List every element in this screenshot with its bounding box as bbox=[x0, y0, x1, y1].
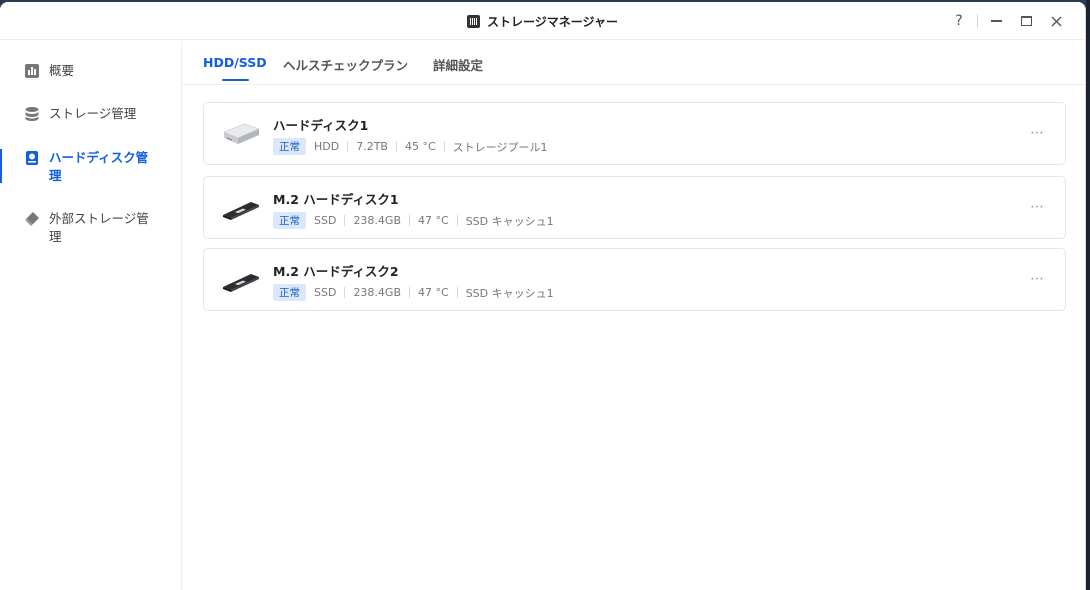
disk-name: ハードディスク1 bbox=[273, 118, 369, 133]
disk-name: M.2 ハードディスク2 bbox=[273, 264, 399, 279]
sidebar-item-disk-management[interactable]: ハードディスク管理 bbox=[0, 149, 182, 185]
storage-manager-window: ストレージマネージャー ? 概要 ストレージ管理 ハードディスク管理 外部ストレ… bbox=[0, 2, 1086, 590]
sidebar-item-external-storage[interactable]: 外部ストレージ管理 bbox=[0, 210, 182, 246]
maximize-button[interactable] bbox=[1011, 11, 1041, 31]
m2-ssd-icon bbox=[223, 202, 259, 220]
disk-card[interactable]: M.2 ハードディスク2 正常 SSD 238.4GB 47 °C SSD キャ… bbox=[203, 248, 1066, 311]
disk-card[interactable]: M.2 ハードディスク1 正常 SSD 238.4GB 47 °C SSD キャ… bbox=[203, 176, 1066, 239]
meta-divider bbox=[395, 141, 397, 152]
meta-divider bbox=[456, 215, 458, 226]
usb-drive-icon bbox=[25, 212, 39, 226]
meta-divider bbox=[443, 141, 445, 152]
tab-advanced-settings[interactable]: 詳細設定 bbox=[433, 55, 483, 74]
meta-divider bbox=[456, 287, 458, 298]
disk-usage: ストレージプール1 bbox=[452, 140, 548, 154]
disk-temperature: 47 °C bbox=[418, 286, 449, 299]
disk-meta: 正常 SSD 238.4GB 47 °C SSD キャッシュ1 bbox=[273, 284, 554, 301]
disk-type: SSD bbox=[314, 214, 337, 227]
window-title-text: ストレージマネージャー bbox=[487, 15, 618, 29]
hdd-icon bbox=[223, 123, 260, 144]
overview-chart-icon bbox=[25, 64, 39, 78]
minimize-button[interactable] bbox=[981, 11, 1011, 31]
meta-divider bbox=[344, 215, 346, 226]
sidebar-item-label: ストレージ管理 bbox=[49, 106, 137, 121]
disk-usage: SSD キャッシュ1 bbox=[465, 214, 554, 228]
m2-ssd-icon bbox=[223, 274, 259, 292]
sidebar-item-label: 概要 bbox=[49, 63, 75, 78]
more-options-button[interactable]: ⋯ bbox=[1030, 199, 1045, 215]
meta-divider bbox=[409, 287, 410, 298]
window-title: ストレージマネージャー bbox=[0, 13, 1085, 30]
sidebar-item-overview[interactable]: 概要 bbox=[0, 62, 182, 80]
sidebar-item-label: ハードディスク管理 bbox=[49, 150, 149, 183]
close-button[interactable] bbox=[1041, 11, 1071, 31]
database-icon bbox=[25, 107, 39, 121]
disk-capacity: 7.2TB bbox=[356, 140, 388, 153]
storage-app-icon bbox=[467, 15, 481, 28]
disk-temperature: 47 °C bbox=[418, 214, 449, 227]
status-badge: 正常 bbox=[273, 138, 306, 155]
tab-hdd-ssd[interactable]: HDD/SSD bbox=[203, 55, 267, 81]
close-icon bbox=[1051, 16, 1061, 26]
disk-name: M.2 ハードディスク1 bbox=[273, 192, 399, 207]
controls-divider bbox=[977, 14, 978, 28]
more-options-button[interactable]: ⋯ bbox=[1030, 125, 1045, 141]
meta-divider bbox=[344, 287, 346, 298]
maximize-icon bbox=[1020, 16, 1032, 26]
minimize-icon bbox=[990, 20, 1002, 22]
disk-temperature: 45 °C bbox=[404, 140, 436, 153]
disk-capacity: 238.4GB bbox=[353, 214, 401, 227]
disk-meta: 正常 HDD 7.2TB 45 °C ストレージプール1 bbox=[273, 138, 547, 155]
status-badge: 正常 bbox=[273, 212, 306, 229]
sidebar-item-label: 外部ストレージ管理 bbox=[49, 211, 149, 244]
disk-capacity: 238.4GB bbox=[353, 286, 401, 299]
sidebar-item-storage[interactable]: ストレージ管理 bbox=[0, 105, 182, 123]
status-badge: 正常 bbox=[273, 284, 306, 301]
desktop-edge bbox=[1086, 0, 1090, 590]
disk-meta: 正常 SSD 238.4GB 47 °C SSD キャッシュ1 bbox=[273, 212, 554, 229]
more-options-button[interactable]: ⋯ bbox=[1030, 271, 1045, 287]
tab-bar: HDD/SSD ヘルスチェックプラン 詳細設定 bbox=[182, 41, 1085, 85]
tab-label: 詳細設定 bbox=[433, 58, 484, 73]
title-bar[interactable]: ストレージマネージャー ? bbox=[0, 2, 1085, 40]
help-button[interactable]: ? bbox=[944, 11, 974, 31]
disk-type: HDD bbox=[314, 140, 340, 153]
window-controls: ? bbox=[944, 11, 1071, 31]
meta-divider bbox=[347, 141, 349, 152]
tab-health-check-plan[interactable]: ヘルスチェックプラン bbox=[283, 55, 408, 74]
meta-divider bbox=[409, 215, 410, 226]
disk-card[interactable]: ハードディスク1 正常 HDD 7.2TB 45 °C ストレージプール1 ⋯ bbox=[203, 102, 1066, 165]
help-icon: ? bbox=[955, 13, 963, 29]
hard-disk-icon bbox=[26, 151, 38, 165]
tab-label: ヘルスチェックプラン bbox=[283, 58, 409, 73]
disk-usage: SSD キャッシュ1 bbox=[465, 286, 554, 300]
tab-label: HDD/SSD bbox=[203, 55, 267, 70]
disk-type: SSD bbox=[314, 286, 337, 299]
sidebar: 概要 ストレージ管理 ハードディスク管理 外部ストレージ管理 bbox=[0, 41, 182, 590]
